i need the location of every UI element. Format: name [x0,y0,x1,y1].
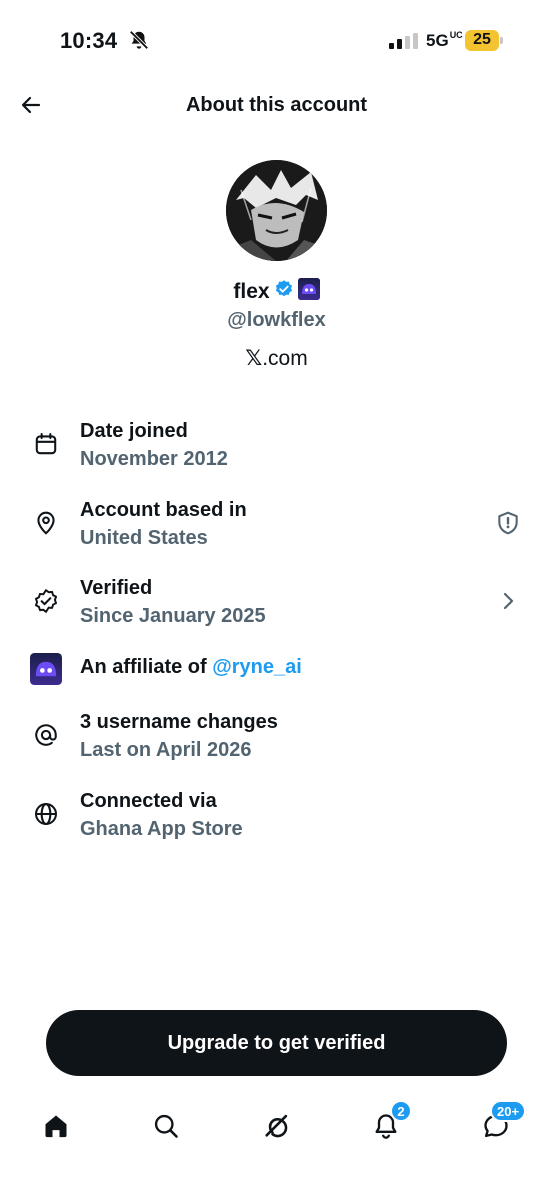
connected-via-row: Connected via Ghana App Store [28,788,528,844]
display-name: flex [233,279,270,303]
detail-title: Account based in [80,499,247,521]
detail-value: Last on April 2026 [80,739,252,761]
search-icon [152,1112,180,1145]
detail-title: Connected via [80,790,217,812]
at-sign-icon [32,721,60,749]
detail-title: Date joined [80,420,188,442]
battery-level: 25 [473,31,491,48]
network-suffix: UC [449,30,463,40]
network-type: 5GUC [426,31,463,51]
detail-value: Ghana App Store [80,818,243,840]
nav-search[interactable] [144,1106,188,1150]
username-changes-row: 3 username changes Last on April 2026 [28,709,528,765]
page-title: About this account [185,94,368,116]
bottom-nav: 2 20+ [0,1100,553,1160]
account-based-in-row: Account based in United States [28,497,528,553]
shield-alert-icon[interactable] [494,509,522,537]
nav-notifications[interactable]: 2 [364,1100,412,1150]
account-domain: 𝕏.com [0,346,553,371]
grok-icon [262,1112,290,1145]
status-time: 10:34 [60,28,118,53]
network-label: 5G [426,31,449,50]
cellular-signal-icon [389,33,419,49]
status-bar: 10:34 5GUC 25 [0,0,553,80]
verified-row[interactable]: Verified Since January 2025 [28,575,528,631]
affiliate-logo-icon [30,653,62,685]
calendar-icon [32,430,60,458]
page-header: About this account [0,80,553,134]
upgrade-verified-button[interactable]: Upgrade to get verified [46,1010,507,1076]
detail-value: November 2012 [80,448,228,470]
battery-icon: 25 [465,30,503,51]
home-icon [42,1112,70,1145]
avatar[interactable] [226,160,327,261]
bell-off-icon [128,29,150,51]
nav-home[interactable] [34,1106,78,1150]
display-name-row: flex [0,278,553,305]
detail-value: Since January 2025 [80,605,266,627]
globe-icon [32,800,60,828]
notifications-badge: 2 [390,1100,412,1122]
detail-value: United States [80,527,208,549]
detail-title: An affiliate of [80,656,207,678]
nav-messages[interactable]: 20+ [474,1100,527,1150]
verified-badge-icon [274,279,294,304]
affiliate-badge-icon[interactable] [297,278,320,305]
affiliate-row: An affiliate of @ryne_ai [28,653,528,685]
domain-suffix: .com [262,347,308,370]
date-joined-row: Date joined November 2012 [28,418,528,474]
x-logo-icon: 𝕏 [245,347,263,370]
username-handle: @lowkflex [227,309,326,331]
affiliate-line: An affiliate of @ryne_ai [80,656,302,679]
location-pin-icon [32,509,60,537]
detail-title: 3 username changes [80,711,278,733]
chevron-right-icon [494,587,522,615]
verified-badge-icon [32,587,60,615]
nav-grok[interactable] [254,1106,298,1150]
affiliate-link[interactable]: @ryne_ai [212,656,302,678]
messages-badge: 20+ [490,1100,527,1122]
detail-title: Verified [80,577,153,599]
